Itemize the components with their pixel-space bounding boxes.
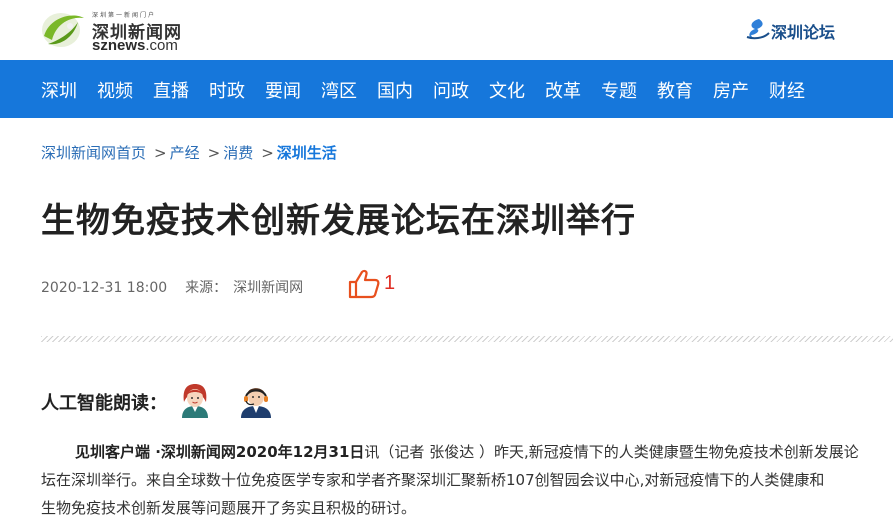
logo-en-main: sznews: [92, 37, 146, 54]
male-voice-icon[interactable]: [238, 382, 274, 418]
logo-en-name: sznews.com: [92, 37, 178, 54]
breadcrumb-industry[interactable]: 产经: [170, 144, 200, 162]
logo-swoosh-icon: [42, 13, 84, 47]
forum-link-label: 深圳论坛: [771, 23, 836, 42]
nav-item-culture[interactable]: 文化: [489, 77, 525, 103]
body-line: 见圳客户端 ·深圳新闻网2020年12月31日讯（记者 张俊达 ）昨天,新冠疫情…: [41, 438, 893, 466]
logo-en-suffix: .com: [145, 37, 178, 54]
like-button[interactable]: 1: [347, 268, 407, 300]
site-header: 深圳第一新闻门户 深圳新闻网 sznews.com 深圳论坛: [0, 0, 893, 60]
source-name: 深圳新闻网: [233, 280, 304, 296]
article-body: 见圳客户端 ·深圳新闻网2020年12月31日讯（记者 张俊达 ）昨天,新冠疫情…: [41, 438, 893, 522]
breadcrumb-separator: >: [154, 144, 167, 162]
body-lead-rest: 讯（记者 张俊达 ）昨天,新冠疫情下的人类健康暨生物免疫技术创新发展论: [364, 443, 859, 461]
like-count: 1: [384, 272, 396, 294]
nav-item-bay-area[interactable]: 湾区: [321, 77, 357, 103]
article-meta: 2020-12-31 18:00 来源： 深圳新闻网: [41, 277, 303, 297]
nav-item-reform[interactable]: 改革: [545, 77, 581, 103]
section-divider: [41, 336, 893, 342]
forum-logo-icon: [746, 19, 770, 40]
nav-item-video[interactable]: 视频: [97, 77, 133, 103]
breadcrumb-home[interactable]: 深圳新闻网首页: [41, 144, 146, 162]
article-title: 生物免疫技术创新发展论坛在深圳举行: [41, 201, 636, 241]
body-line: 生物免疫技术创新发展等问题展开了务实且积极的研讨。: [41, 499, 417, 517]
nav-item-real-estate[interactable]: 房产: [713, 77, 749, 103]
nav-item-inquiry[interactable]: 问政: [433, 77, 469, 103]
nav-item-shenzhen[interactable]: 深圳: [41, 77, 77, 103]
main-nav: 深圳 视频 直播 时政 要闻 湾区 国内 问政 文化 改革 专题 教育 房产 财…: [0, 60, 893, 118]
body-line: 坛在深圳举行。来自全球数十位免疫医学专家和学者齐聚深圳汇聚新桥107创智园会议中…: [41, 471, 825, 489]
ai-reader-label: 人工智能朗读：: [41, 393, 167, 414]
breadcrumb-current[interactable]: 深圳生活: [277, 144, 337, 162]
source-label: 来源：: [185, 280, 228, 296]
breadcrumb: 深圳新闻网首页 > 产经 > 消费 > 深圳生活: [41, 142, 337, 163]
nav-item-topics[interactable]: 专题: [601, 77, 637, 103]
breadcrumb-consumption[interactable]: 消费: [223, 144, 253, 162]
nav-item-domestic[interactable]: 国内: [377, 77, 413, 103]
nav-item-politics[interactable]: 时政: [209, 77, 245, 103]
thumbs-up-icon: [348, 269, 380, 299]
nav-item-education[interactable]: 教育: [657, 77, 693, 103]
nav-item-finance[interactable]: 财经: [769, 77, 805, 103]
breadcrumb-separator: >: [207, 144, 221, 162]
breadcrumb-separator: >: [261, 144, 274, 162]
body-lead: 见圳客户端 ·深圳新闻网2020年12月31日: [75, 443, 365, 461]
nav-item-live[interactable]: 直播: [153, 77, 189, 103]
site-logo[interactable]: 深圳第一新闻门户 深圳新闻网 sznews.com: [40, 8, 200, 54]
female-voice-icon[interactable]: [178, 382, 212, 418]
publish-datetime: 2020-12-31 18:00: [41, 280, 168, 296]
nav-item-headlines[interactable]: 要闻: [265, 77, 301, 103]
